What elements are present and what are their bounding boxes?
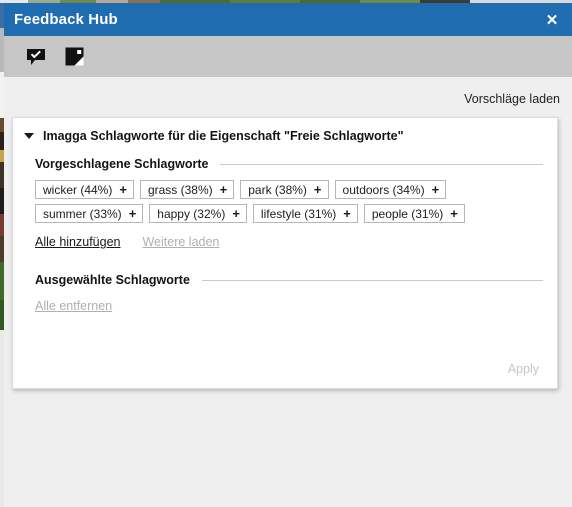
add-tag-plus-icon[interactable]: + <box>220 183 228 196</box>
add-tag-plus-icon[interactable]: + <box>432 183 440 196</box>
suggested-tag-label: outdoors (34%) <box>342 182 425 197</box>
suggested-tag-chip[interactable]: outdoors (34%) + <box>334 180 447 199</box>
section-divider <box>201 279 543 281</box>
suggested-actions-row: Alle hinzufügen Weitere laden <box>35 235 543 249</box>
selected-section-header: Ausgewählte Schlagworte <box>35 273 543 287</box>
chevron-down-icon[interactable] <box>24 133 34 139</box>
selected-actions-row: Alle entfernen <box>35 299 543 313</box>
suggested-tag-label: lifestyle (31%) <box>260 206 337 221</box>
suggested-tag-chip[interactable]: happy (32%) + <box>149 204 247 223</box>
add-tag-plus-icon[interactable]: + <box>119 183 127 196</box>
suggestions-card: Imagga Schlagworte für die Eigenschaft "… <box>12 117 558 389</box>
speech-bubble-check-icon <box>26 48 46 66</box>
add-tag-plus-icon[interactable]: + <box>343 207 351 220</box>
add-all-link[interactable]: Alle hinzufügen <box>35 235 120 249</box>
apply-button: Apply <box>502 358 545 380</box>
image-tag-icon <box>65 47 84 66</box>
add-tag-plus-icon[interactable]: + <box>314 183 322 196</box>
suggested-tag-chip[interactable]: grass (38%) + <box>139 180 235 199</box>
suggested-tag-label: summer (33%) <box>43 206 122 221</box>
group-header: Imagga Schlagworte für die Eigenschaft "… <box>13 118 557 143</box>
load-suggestions-button[interactable]: Vorschläge laden <box>464 92 560 106</box>
suggested-section-label: Vorgeschlagene Schlagworte <box>35 157 209 171</box>
suggested-tag-chip[interactable]: people (31%) + <box>363 204 465 223</box>
add-tag-plus-icon[interactable]: + <box>450 207 458 220</box>
tab-suggestions[interactable] <box>52 36 96 77</box>
section-divider <box>220 163 543 165</box>
suggested-tag-label: wicker (44%) <box>43 182 113 197</box>
suggested-tag-label: people (31%) <box>371 206 444 221</box>
suggested-tag-chip[interactable]: lifestyle (31%) + <box>252 204 358 223</box>
group-title: Imagga Schlagworte für die Eigenschaft "… <box>43 129 404 143</box>
selected-section-label: Ausgewählte Schlagworte <box>35 273 190 287</box>
load-more-link: Weitere laden <box>142 235 220 249</box>
suggested-tag-label: happy (32%) <box>157 206 226 221</box>
suggested-tag-label: grass (38%) <box>147 182 213 197</box>
close-icon[interactable]: ✕ <box>532 3 572 36</box>
suggested-section-header: Vorgeschlagene Schlagworte <box>35 157 543 171</box>
dialog-toolbar: Vorschläge laden <box>4 77 572 120</box>
suggested-tag-label: park (38%) <box>248 182 307 197</box>
remove-all-link: Alle entfernen <box>35 299 113 313</box>
tab-strip <box>4 36 572 110</box>
suggested-tag-list: wicker (44%) + grass (38%) + park (38%) + outd… <box>35 180 535 223</box>
feedback-hub-dialog: Feedback Hub ✕ Vorschläge laden Imagga S… <box>4 3 572 507</box>
suggested-tag-chip[interactable]: wicker (44%) + <box>35 180 134 199</box>
dialog-titlebar: Feedback Hub ✕ <box>4 3 572 36</box>
add-tag-plus-icon[interactable]: + <box>129 207 137 220</box>
suggested-tag-chip[interactable]: park (38%) + <box>240 180 329 199</box>
window-title: Feedback Hub <box>14 11 118 28</box>
add-tag-plus-icon[interactable]: + <box>232 207 240 220</box>
suggested-tag-chip[interactable]: summer (33%) + <box>35 204 144 223</box>
